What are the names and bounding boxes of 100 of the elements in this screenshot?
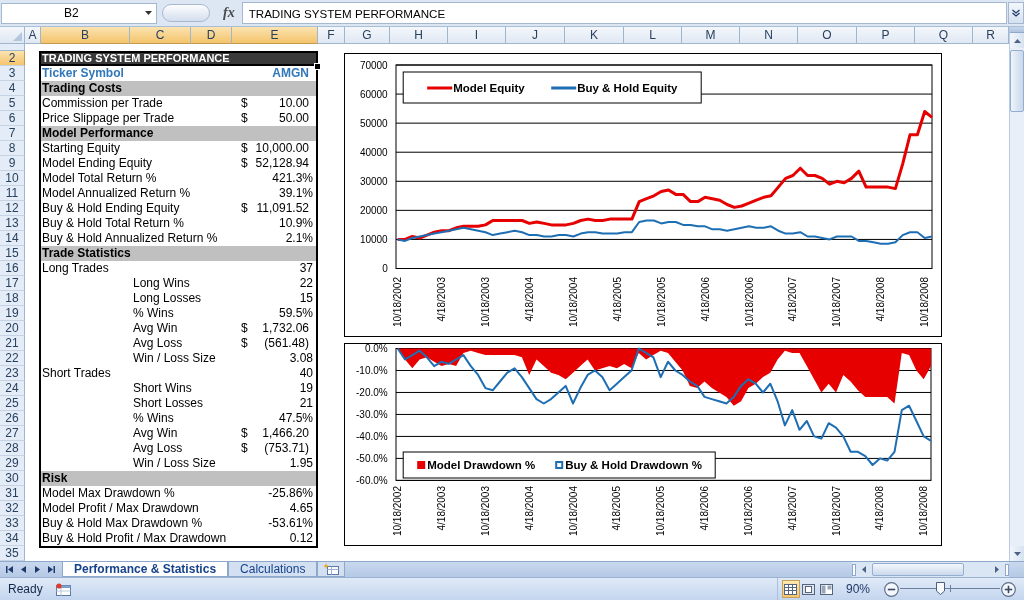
horizontal-scrollbar[interactable] <box>852 562 1009 577</box>
split-handle[interactable] <box>1010 27 1024 33</box>
row-header[interactable]: 34 <box>0 531 25 546</box>
zoom-in-button[interactable] <box>1001 581 1016 597</box>
column-header[interactable]: N <box>740 27 798 44</box>
row-header[interactable]: 23 <box>0 366 25 381</box>
row-header[interactable]: 5 <box>0 96 25 111</box>
metric-value: 52,128.94 <box>255 156 309 171</box>
name-box[interactable]: B2 <box>1 2 157 24</box>
axis-label: 4/18/2005 <box>611 486 623 531</box>
row-header[interactable]: 2 <box>0 51 25 66</box>
row-header[interactable]: 35 <box>0 546 25 561</box>
column-header[interactable]: O <box>798 27 857 44</box>
metric-value: 47.5% <box>278 411 313 426</box>
metric-value: 15 <box>299 291 313 306</box>
normal-view-button[interactable] <box>781 580 800 598</box>
row-header[interactable]: 32 <box>0 501 25 516</box>
metric-label: Commission per Trade <box>42 96 163 111</box>
formula-field[interactable]: TRADING SYSTEM PERFORMANCE <box>241 2 1007 24</box>
scroll-up-button[interactable] <box>1010 33 1024 48</box>
row-header[interactable]: 7 <box>0 126 25 141</box>
axis-label: 4/18/2003 <box>436 277 448 322</box>
axis-label: 40000 <box>359 146 388 158</box>
resize-handle[interactable] <box>162 4 210 22</box>
zoom-slider[interactable] <box>900 582 1000 596</box>
row-header[interactable]: 9 <box>0 156 25 171</box>
split-handle[interactable] <box>1005 563 1009 576</box>
row-header[interactable]: 22 <box>0 351 25 366</box>
row-header[interactable]: 29 <box>0 456 25 471</box>
metric-label: % Wins <box>133 411 174 426</box>
row-header[interactable]: 8 <box>0 141 25 156</box>
column-header[interactable]: R <box>973 27 1009 44</box>
column-header[interactable]: I <box>448 27 506 44</box>
axis-label: 4/18/2003 <box>436 486 448 531</box>
legend-label: Buy & Hold Drawdown % <box>565 459 702 471</box>
axis-label: 30000 <box>359 175 388 187</box>
column-header[interactable]: H <box>390 27 448 44</box>
row-header[interactable]: 11 <box>0 186 25 201</box>
expand-button[interactable] <box>1008 2 1024 24</box>
row-header[interactable]: 10 <box>0 171 25 186</box>
currency-sign: $ <box>241 96 248 111</box>
split-handle[interactable] <box>852 563 856 576</box>
row-header[interactable]: 24 <box>0 381 25 396</box>
column-header[interactable]: G <box>345 27 390 44</box>
column-header[interactable]: M <box>682 27 740 44</box>
insert-function-button[interactable]: fx <box>222 5 236 21</box>
sheet-tab[interactable]: Calculations <box>228 562 318 577</box>
row-header[interactable]: 31 <box>0 486 25 501</box>
row-header[interactable]: 4 <box>0 81 25 96</box>
row-header[interactable]: 33 <box>0 516 25 531</box>
row-header[interactable]: 14 <box>0 231 25 246</box>
up-triangle-icon <box>1013 38 1021 43</box>
row-header[interactable]: 28 <box>0 441 25 456</box>
row-header[interactable]: 20 <box>0 321 25 336</box>
zoom-out-button[interactable] <box>884 581 899 597</box>
vertical-scrollbar[interactable] <box>1009 27 1024 561</box>
insert-sheet-tab[interactable] <box>317 562 346 577</box>
row-header[interactable]: 26 <box>0 411 25 426</box>
row-header[interactable]: 13 <box>0 216 25 231</box>
row-header[interactable]: 17 <box>0 276 25 291</box>
currency-sign: $ <box>241 111 248 126</box>
row-header[interactable]: 6 <box>0 111 25 126</box>
row-header[interactable]: 30 <box>0 471 25 486</box>
metric-value: 1,732.06 <box>262 321 309 336</box>
column-header[interactable]: L <box>624 27 682 44</box>
scroll-down-button[interactable] <box>1010 546 1024 561</box>
scroll-thumb[interactable] <box>872 563 964 576</box>
column-header[interactable]: K <box>565 27 624 44</box>
row-header[interactable]: 19 <box>0 306 25 321</box>
sheet-tab[interactable]: Performance & Statistics <box>62 562 229 577</box>
row-header[interactable]: 15 <box>0 246 25 261</box>
zoom-level[interactable]: 90% <box>845 582 870 596</box>
row-header[interactable]: 25 <box>0 396 25 411</box>
column-header[interactable]: Q <box>915 27 973 44</box>
column-header[interactable]: D <box>191 27 232 44</box>
currency-sign: $ <box>241 141 248 156</box>
metric-value: -25.86% <box>268 486 313 501</box>
currency-sign: $ <box>241 441 248 456</box>
column-header[interactable]: F <box>318 27 345 44</box>
column-header[interactable]: J <box>506 27 565 44</box>
scroll-thumb[interactable] <box>1010 50 1024 112</box>
row-header[interactable]: 18 <box>0 291 25 306</box>
column-header[interactable]: C <box>130 27 191 44</box>
column-header[interactable]: E <box>232 27 318 44</box>
slider-thumb[interactable] <box>936 582 945 595</box>
section-header: Risk <box>41 471 316 486</box>
column-header[interactable]: B <box>41 27 130 44</box>
row-header[interactable]: 3 <box>0 66 25 81</box>
macro-button[interactable] <box>55 582 71 596</box>
row-header[interactable]: 12 <box>0 201 25 216</box>
fill-handle[interactable] <box>314 63 321 70</box>
column-header[interactable]: P <box>857 27 915 44</box>
row-header[interactable]: 27 <box>0 426 25 441</box>
metric-label: Avg Loss <box>133 441 183 456</box>
metric-label: Price Slippage per Trade <box>42 111 175 126</box>
column-header[interactable]: A <box>25 27 41 44</box>
row-header[interactable]: 21 <box>0 336 25 351</box>
axis-label: 10/18/2005 <box>655 277 667 328</box>
metric-label: Model Max Drawdown % <box>42 486 175 501</box>
row-header[interactable]: 16 <box>0 261 25 276</box>
